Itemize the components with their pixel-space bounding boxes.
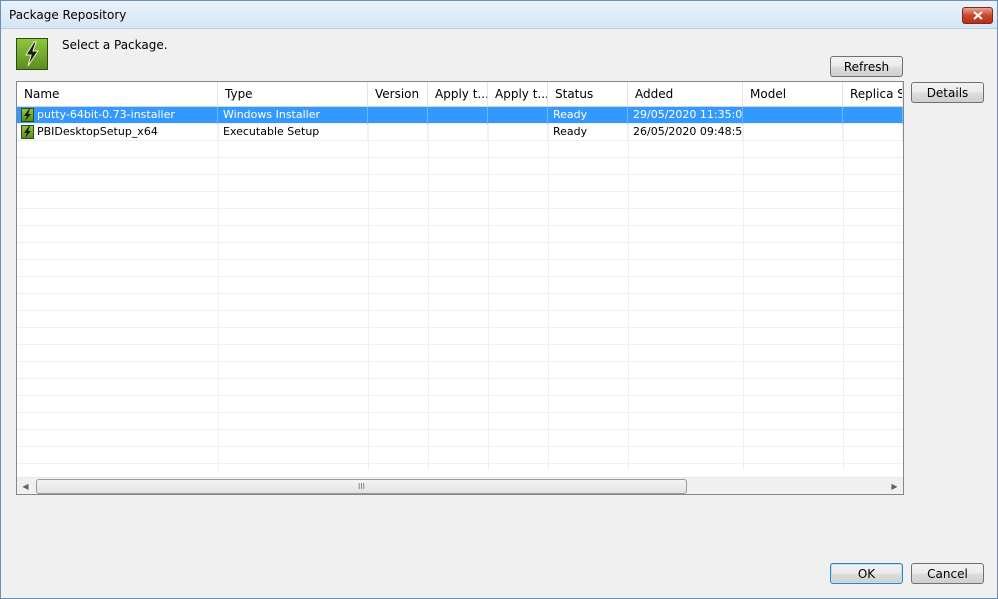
cell-name: PBIDesktopSetup_x64 <box>17 124 218 141</box>
horizontal-scrollbar[interactable]: ◀ III ▶ <box>17 477 903 494</box>
column-header-version[interactable]: Version <box>368 82 428 107</box>
empty-row <box>17 379 903 396</box>
details-button[interactable]: Details <box>911 82 984 103</box>
empty-row <box>17 294 903 311</box>
package-list[interactable]: Name Type Version Apply t... Apply t... … <box>16 81 904 495</box>
lightning-package-icon <box>16 38 48 70</box>
scrollbar-thumb[interactable]: III <box>36 479 687 494</box>
empty-row <box>17 192 903 209</box>
empty-row <box>17 277 903 294</box>
cell-apply-1 <box>428 124 488 141</box>
scroll-left-arrow-icon[interactable]: ◀ <box>17 478 34 494</box>
ok-button[interactable]: OK <box>830 563 903 584</box>
package-name: PBIDesktopSetup_x64 <box>37 125 158 138</box>
cell-apply-1 <box>428 107 488 124</box>
column-header-apply-1[interactable]: Apply t... <box>428 82 488 107</box>
cell-type: Windows Installer <box>218 107 368 124</box>
empty-row <box>17 158 903 175</box>
dialog-body: Select a Package. Refresh Details Name T… <box>4 29 994 597</box>
empty-row <box>17 209 903 226</box>
empty-row <box>17 447 903 464</box>
column-header-name[interactable]: Name <box>17 82 218 107</box>
package-name: putty-64bit-0.73-installer <box>37 108 175 121</box>
cell-model <box>743 107 843 124</box>
lightning-package-icon <box>21 108 34 122</box>
cell-name: putty-64bit-0.73-installer <box>17 107 218 124</box>
cell-status: Ready <box>548 107 628 124</box>
column-header-added[interactable]: Added <box>628 82 743 107</box>
column-header-status[interactable]: Status <box>548 82 628 107</box>
column-header-model[interactable]: Model <box>743 82 843 107</box>
empty-row <box>17 243 903 260</box>
empty-row <box>17 413 903 430</box>
title-bar: Package Repository <box>1 1 997 29</box>
prompt-label: Select a Package. <box>62 38 168 52</box>
refresh-button[interactable]: Refresh <box>830 56 903 77</box>
empty-row <box>17 345 903 362</box>
cell-model <box>743 124 843 141</box>
cell-type: Executable Setup <box>218 124 368 141</box>
close-button[interactable] <box>962 7 993 24</box>
column-header-apply-2[interactable]: Apply t... <box>488 82 548 107</box>
cell-version <box>368 107 428 124</box>
cell-replica <box>843 124 903 141</box>
empty-row <box>17 430 903 447</box>
table-row[interactable]: PBIDesktopSetup_x64 Executable Setup Rea… <box>17 124 903 141</box>
cell-added: 29/05/2020 11:35:06 <box>628 107 743 124</box>
cell-apply-2 <box>488 124 548 141</box>
cancel-button[interactable]: Cancel <box>911 563 984 584</box>
empty-row <box>17 311 903 328</box>
empty-row <box>17 260 903 277</box>
cell-apply-2 <box>488 107 548 124</box>
close-icon <box>972 11 983 20</box>
column-header-type[interactable]: Type <box>218 82 368 107</box>
cell-version <box>368 124 428 141</box>
table-row[interactable]: putty-64bit-0.73-installer Windows Insta… <box>17 107 903 124</box>
scroll-right-arrow-icon[interactable]: ▶ <box>886 478 903 494</box>
empty-row <box>17 141 903 158</box>
empty-row <box>17 328 903 345</box>
empty-row <box>17 362 903 379</box>
package-repository-window: Package Repository Select a Package. Ref… <box>0 0 998 599</box>
cell-replica <box>843 107 903 124</box>
column-header-replica[interactable]: Replica St <box>843 82 903 107</box>
cell-status: Ready <box>548 124 628 141</box>
lightning-package-icon <box>21 125 34 139</box>
cell-added: 26/05/2020 09:48:51 <box>628 124 743 141</box>
empty-row <box>17 396 903 413</box>
empty-row <box>17 175 903 192</box>
window-title: Package Repository <box>9 8 127 22</box>
list-header: Name Type Version Apply t... Apply t... … <box>17 82 903 107</box>
empty-row <box>17 226 903 243</box>
